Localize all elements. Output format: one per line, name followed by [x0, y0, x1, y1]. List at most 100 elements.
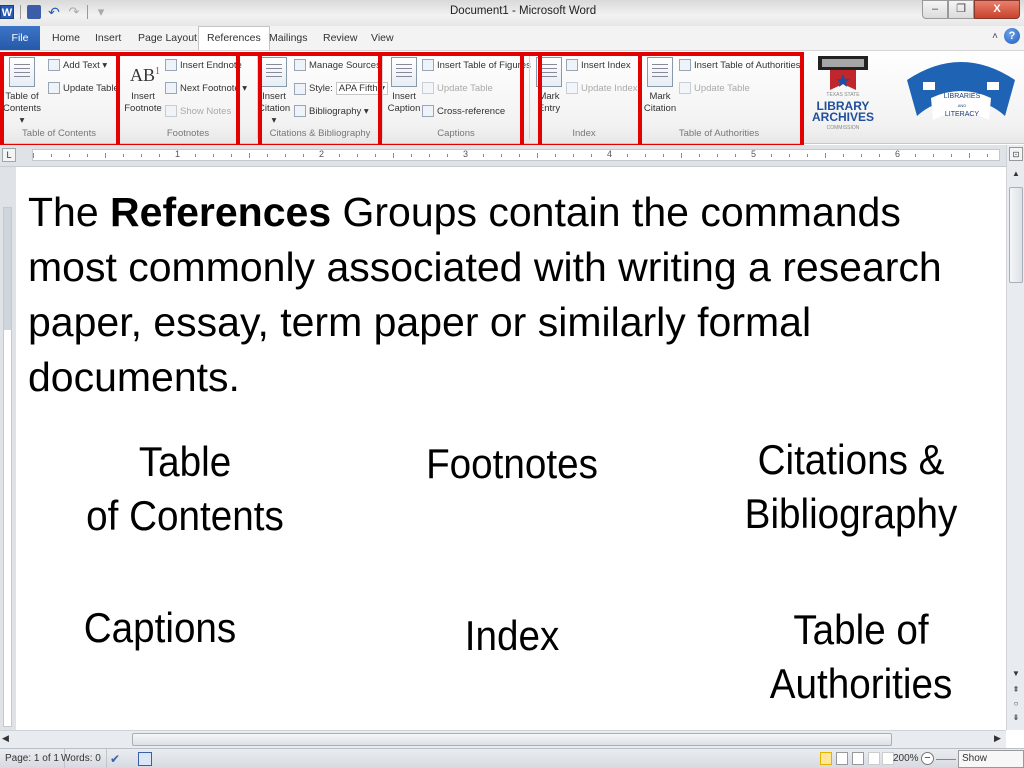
previous-page-icon[interactable]: ⇞: [1009, 683, 1023, 697]
cross-reference-label: Cross-reference: [437, 105, 506, 117]
horizontal-scrollbar[interactable]: ◀ ▶: [0, 730, 1006, 748]
next-footnote-button[interactable]: Next Footnote ▾: [165, 82, 247, 94]
add-text-button[interactable]: Add Text ▾: [48, 59, 107, 71]
insert-citation-button[interactable]: Insert Citation ▾: [258, 55, 290, 127]
toa-update-table-button[interactable]: Update Table: [679, 82, 750, 94]
browse-object-icon[interactable]: ○: [1009, 697, 1023, 711]
tab-references[interactable]: References: [198, 26, 270, 51]
ruler-tick: [195, 154, 196, 157]
bibliography-button[interactable]: Bibliography ▾: [294, 105, 369, 117]
update-table-button[interactable]: Update Table: [48, 82, 119, 94]
proofing-icon[interactable]: ✔: [110, 752, 124, 766]
tab-page-layout[interactable]: Page Layout: [138, 26, 197, 50]
outline-view-icon[interactable]: [868, 752, 880, 765]
update-table-icon: [422, 82, 434, 94]
insert-footnote-button[interactable]: AB1 Insert Footnote: [123, 55, 163, 115]
citation-style-control: Style: APA Fifth ▾: [294, 82, 389, 95]
bibliography-icon: [294, 105, 306, 117]
divider: [800, 55, 801, 139]
undo-icon[interactable]: ↶: [47, 5, 61, 19]
tab-selector[interactable]: L: [2, 148, 16, 162]
logo-text: COMMISSION: [826, 125, 860, 131]
update-index-button[interactable]: Update Index: [566, 82, 638, 94]
zoom-level[interactable]: 200%: [893, 749, 919, 768]
word-count[interactable]: Words: 0: [56, 749, 107, 768]
ruler-tick: [843, 154, 844, 157]
web-layout-view-icon[interactable]: [852, 752, 864, 765]
mark-citation-button[interactable]: Mark Citation: [641, 55, 679, 115]
tab-review[interactable]: Review: [323, 26, 357, 50]
word-app-icon[interactable]: W: [0, 5, 14, 19]
redo-icon[interactable]: ↷: [67, 5, 81, 19]
minimize-button[interactable]: –: [922, 0, 948, 19]
tab-view[interactable]: View: [371, 26, 394, 50]
ruler-tick: [249, 153, 250, 158]
scroll-left-icon[interactable]: ◀: [2, 733, 9, 744]
show-notes-button[interactable]: Show Notes: [165, 105, 231, 117]
minimize-ribbon-icon[interactable]: ˄: [992, 31, 998, 42]
document-page[interactable]: The References Groups contain the comman…: [16, 167, 1006, 730]
insert-table-of-authorities-button[interactable]: Insert Table of Authorities: [679, 59, 801, 71]
scroll-down-icon[interactable]: ▼: [1009, 667, 1023, 681]
macro-record-icon[interactable]: [138, 752, 152, 766]
group-captions: Insert Caption Insert Table of Figures U…: [383, 51, 531, 143]
insert-caption-button[interactable]: Insert Caption: [387, 55, 421, 115]
ruler-number: 5: [751, 149, 757, 159]
ruler-tick: [231, 154, 232, 157]
insert-caption-icon: [391, 57, 417, 87]
style-dropdown[interactable]: APA Fifth ▾: [335, 82, 389, 95]
horizontal-scroll-thumb[interactable]: [132, 733, 892, 746]
restore-button[interactable]: ❐: [948, 0, 974, 19]
footnote-icon: AB1: [130, 57, 160, 87]
group-name-footnotes: Footnotes: [426, 440, 598, 487]
tab-home[interactable]: Home: [52, 26, 80, 50]
tab-mailings[interactable]: Mailings: [269, 26, 308, 50]
mark-entry-button[interactable]: Mark Entry: [536, 55, 562, 115]
help-icon[interactable]: ?: [1004, 28, 1020, 44]
insert-index-button[interactable]: Insert Index: [566, 59, 631, 71]
full-screen-reading-view-icon[interactable]: [836, 752, 848, 765]
add-text-icon: [48, 59, 60, 71]
insert-endnote-label: Insert Endnote: [180, 59, 242, 71]
ruler-tick: [789, 154, 790, 157]
group-table-of-authorities: Mark Citation Insert Table of Authoritie…: [639, 51, 801, 143]
captions-update-table-button[interactable]: Update Table: [422, 82, 493, 94]
zoom-out-button[interactable]: −: [921, 752, 934, 765]
table-of-contents-button[interactable]: Table of Contents ▾: [2, 55, 42, 127]
zoom-slider[interactable]: [936, 759, 956, 760]
manage-sources-button[interactable]: Manage Sources: [294, 59, 381, 71]
status-bar: Page: 1 of 1 Words: 0 ✔ 200% − Show desk…: [0, 748, 1024, 768]
window-title: Document1 - Microsoft Word: [450, 5, 597, 17]
vertical-scroll-thumb[interactable]: [1009, 187, 1023, 283]
ruler-tick: [267, 154, 268, 157]
table-of-contents-label: Table of Contents ▾: [2, 91, 42, 126]
tab-file[interactable]: File: [0, 26, 40, 50]
insert-table-of-figures-button[interactable]: Insert Table of Figures: [422, 59, 531, 71]
save-icon[interactable]: [27, 5, 41, 19]
vertical-scrollbar[interactable]: ⊡ ▲ ▼ ⇞ ○ ⇟: [1006, 145, 1024, 730]
view-ruler-icon[interactable]: ⊡: [1009, 147, 1023, 161]
scroll-right-icon[interactable]: ▶: [994, 733, 1001, 744]
ruler-tick: [681, 153, 682, 158]
cross-reference-button[interactable]: Cross-reference: [422, 105, 505, 117]
logo-text: ARCHIVES: [812, 110, 875, 124]
ruler-tick: [627, 154, 628, 157]
horizontal-ruler[interactable]: L 1 2 3 4 5 6: [0, 145, 1024, 167]
ruler-tick: [285, 154, 286, 157]
group-table-of-contents: Table of Contents ▾ Add Text ▾ Update Ta…: [0, 51, 119, 143]
ruler-tick: [141, 154, 142, 157]
ruler-strip: 1 2 3 4 5 6: [32, 149, 1000, 161]
vertical-ruler: [0, 167, 16, 730]
insert-endnote-button[interactable]: Insert Endnote: [165, 59, 242, 71]
ruler-tick: [771, 154, 772, 157]
customize-qat-icon[interactable]: ▾: [94, 5, 108, 19]
print-layout-view-icon[interactable]: [820, 752, 832, 765]
scroll-up-icon[interactable]: ▲: [1009, 167, 1023, 181]
next-page-icon[interactable]: ⇟: [1009, 711, 1023, 725]
manage-sources-label: Manage Sources: [309, 59, 381, 71]
insert-index-label: Insert Index: [581, 59, 631, 71]
close-button[interactable]: X: [974, 0, 1020, 19]
tab-insert[interactable]: Insert: [95, 26, 121, 50]
logo-text: AND: [957, 103, 967, 108]
group-label: Captions: [437, 128, 475, 139]
